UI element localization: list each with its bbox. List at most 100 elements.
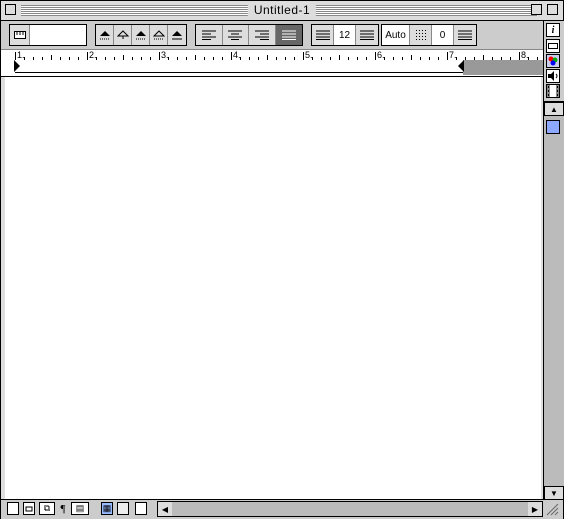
font-size-field[interactable]: 12 <box>334 25 356 45</box>
status-bar: ⧉ ¶ ▤ ▦ ◀ ▶ <box>1 499 563 519</box>
style-field[interactable] <box>30 25 86 45</box>
footnote-icon[interactable]: ▤ <box>71 502 89 515</box>
ruler-tick <box>501 57 502 60</box>
ruler-tick <box>492 57 493 60</box>
ruler-tick <box>375 52 376 60</box>
font-size-group: 12 <box>311 24 379 46</box>
align-center-icon <box>228 30 243 40</box>
line-spacing-field[interactable]: Auto <box>382 25 410 45</box>
ruler-tick <box>483 55 484 60</box>
align-right-button[interactable] <box>249 25 276 45</box>
ruler-tick <box>33 57 34 60</box>
ruler-tick <box>123 55 124 60</box>
right-indent-marker[interactable] <box>457 60 465 72</box>
right-tab-icon <box>135 31 146 40</box>
ruler-tick <box>96 57 97 60</box>
ruler-tick <box>168 57 169 60</box>
ruler-tick <box>528 57 529 60</box>
film-icon[interactable] <box>546 84 560 98</box>
ruler-tick <box>249 57 250 60</box>
ruler-tick <box>42 57 43 60</box>
left-tab-button[interactable] <box>96 25 114 45</box>
ruler-icon[interactable] <box>546 39 560 53</box>
resize-grip-icon[interactable] <box>545 502 560 516</box>
window-title: Untitled-1 <box>247 3 317 18</box>
bar-tab-button[interactable] <box>168 25 186 45</box>
column-view-icon[interactable] <box>23 502 35 515</box>
ruler-tick <box>186 57 187 60</box>
justify-button[interactable] <box>275 25 302 45</box>
space-menu-button[interactable] <box>454 25 476 45</box>
gray-doc-icon[interactable] <box>117 502 129 515</box>
ruler-tick <box>330 57 331 60</box>
zoom-box[interactable] <box>531 4 542 15</box>
ruler-tick <box>87 52 88 60</box>
scroll-right-arrow[interactable]: ▶ <box>528 502 542 516</box>
ruler-tick <box>141 57 142 60</box>
collapse-box[interactable] <box>547 4 558 15</box>
ruler-tick <box>438 57 439 60</box>
space-before-field[interactable]: 0 <box>432 25 454 45</box>
ruler-tick <box>114 57 115 60</box>
header-icon[interactable]: ⧉ <box>39 502 55 515</box>
ruler-tick <box>132 57 133 60</box>
ruler[interactable]: 1. 2. 3. 4. 5. 6. 7. 8. <box>1 50 543 77</box>
center-tab-icon <box>116 30 129 39</box>
scroll-left-arrow[interactable]: ◀ <box>158 502 172 516</box>
format-toolbar: 12 Auto 0 <box>1 21 543 50</box>
ruler-tick <box>60 57 61 60</box>
ruler-tick <box>366 57 367 60</box>
ruler-tick <box>402 57 403 60</box>
bar-tab-icon <box>172 31 182 40</box>
ruler-tick <box>195 55 196 60</box>
ruler-tick <box>69 57 70 60</box>
ruler-tick <box>213 57 214 60</box>
ruler-tick <box>177 57 178 60</box>
center-tab-button[interactable] <box>114 25 132 45</box>
scroll-thumb[interactable] <box>546 120 560 134</box>
pilcrow-icon[interactable]: ¶ <box>57 502 69 515</box>
ruler-tick <box>393 57 394 60</box>
scroll-up-arrow[interactable]: ▲ <box>544 102 564 116</box>
align-left-icon <box>201 30 216 40</box>
page-view-icon[interactable] <box>7 502 19 515</box>
right-tab-button[interactable] <box>132 25 150 45</box>
ruler-toggle-button[interactable] <box>10 25 30 45</box>
ruler-tick <box>465 57 466 60</box>
ruler-tick <box>474 57 475 60</box>
align-center-button[interactable] <box>223 25 249 45</box>
ruler-tick <box>150 57 151 60</box>
vertical-scrollbar[interactable]: ▲ ▼ <box>544 101 564 500</box>
line-spacing-button[interactable] <box>312 25 334 45</box>
ruler-tick <box>159 52 160 60</box>
space-before-button[interactable] <box>410 25 432 45</box>
info-icon[interactable]: i <box>546 23 560 37</box>
ruler-tick <box>510 57 511 60</box>
size-menu-button[interactable] <box>356 25 378 45</box>
outline-icon[interactable] <box>135 502 147 515</box>
document-window: Untitled-1 12 Auto 0 1. 2. 3. 4. 5. 6. 7… <box>0 0 564 519</box>
ruler-tick <box>348 57 349 60</box>
scroll-down-arrow[interactable]: ▼ <box>544 486 564 500</box>
ruler-tick <box>240 57 241 60</box>
document-body[interactable] <box>5 77 541 499</box>
ruler-tick <box>24 57 25 60</box>
sound-icon[interactable] <box>546 69 560 83</box>
spacing-group: Auto 0 <box>381 24 477 46</box>
align-left-button[interactable] <box>196 25 223 45</box>
ruler-tick <box>276 57 277 60</box>
size-menu-icon <box>360 30 374 40</box>
horizontal-scrollbar[interactable]: ◀ ▶ <box>157 501 543 517</box>
document-icon[interactable]: ▦ <box>101 502 113 515</box>
space-menu-icon <box>458 30 472 40</box>
color-icon[interactable] <box>546 54 560 68</box>
alignment-group <box>195 24 303 46</box>
close-box[interactable] <box>5 4 16 15</box>
dotted-grid-icon <box>415 30 426 40</box>
ruler-tick <box>51 55 52 60</box>
ruler-tick <box>519 52 520 60</box>
title-bar[interactable]: Untitled-1 <box>1 1 563 21</box>
left-indent-marker[interactable] <box>13 60 21 72</box>
right-palette: i ▲ ▼ <box>543 21 564 500</box>
decimal-tab-button[interactable] <box>150 25 168 45</box>
